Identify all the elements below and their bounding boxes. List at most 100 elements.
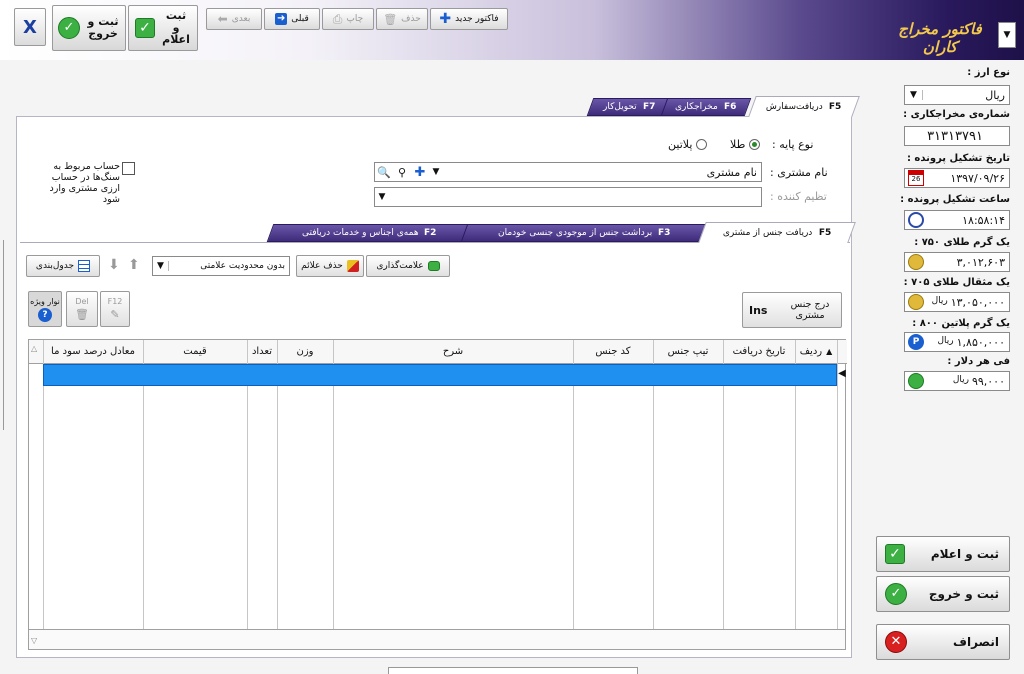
subtab-all-items[interactable]: همه‌ی اجناس و خدمات دریافتی F2 [266, 224, 472, 242]
clock-icon [908, 212, 924, 228]
dollar-field[interactable]: ۹۹,۰۰۰ ریال [904, 371, 1010, 391]
col-line [653, 340, 654, 649]
items-table[interactable]: معادل درصد سود ما قیمت تعداد وزن شرح کد … [28, 339, 847, 650]
col-line [277, 340, 278, 649]
insert-customer-item-button[interactable]: Ins درج جنس مشتری [742, 292, 842, 328]
caret-down-icon: ▼ [1003, 30, 1011, 40]
scroll-up-icon[interactable]: △ [31, 344, 37, 353]
col-line [837, 340, 838, 649]
file-date-field[interactable]: 26 ۱۳۹۷/۰۹/۲۶ [904, 168, 1010, 188]
currency-account-label: حساب مربوط به سنگ‌ها در حساب ارزی مشتری … [49, 161, 120, 205]
radio-dot [749, 139, 761, 150]
eraser-icon [346, 260, 359, 272]
caret-down-icon: ▼ [153, 261, 169, 271]
save-notify-button[interactable]: ✓ ثبت و اعلام [128, 5, 198, 51]
check-square-icon: ✓ [885, 544, 905, 564]
table-footer [29, 629, 845, 649]
help-icon: ? [38, 307, 52, 322]
menu-dropdown-button[interactable]: ▼ [998, 22, 1016, 48]
f12-key-button[interactable]: F12 ✎ [100, 291, 130, 327]
radio-gold[interactable]: طلا [730, 138, 761, 151]
adjuster-select[interactable]: ▼ [374, 187, 762, 207]
title-bar: X ✓ ثبت و خروج ✓ ثبت و اعلام ⬅ بعدی ➜ قب… [0, 0, 1024, 60]
del-key-button[interactable]: Del 🗑 [66, 291, 98, 327]
save-notify-footer-button[interactable]: ✓ ثبت و اعلام [876, 536, 1010, 572]
subtab-own-stock[interactable]: برداشت جنس از موجودی جنسی خودمان F3 [460, 224, 708, 242]
calendar-icon: 26 [908, 170, 924, 186]
customer-input[interactable]: 🔍 ⚲ ✚ ▼ نام مشتری [374, 162, 762, 182]
customer-label: نام مشتری : [770, 166, 828, 179]
green-mark-icon [427, 261, 440, 271]
column-header-item-code[interactable]: کد جنس [573, 340, 653, 364]
caret-down-icon[interactable]: ▼ [429, 167, 443, 177]
file-date-label: تاریخ تشکیل پرونده : [906, 153, 1010, 164]
col-line [143, 340, 144, 649]
platinum-label: یک گرم پلاتین ۸۰۰ : [912, 318, 1010, 329]
dollar-label: فی هر دلار : [947, 356, 1010, 367]
platinum-icon: P [908, 334, 924, 350]
column-header-weight[interactable]: وزن [277, 340, 333, 364]
column-header-description[interactable]: شرح [333, 340, 573, 364]
col-line [573, 340, 574, 649]
radio-platinum[interactable]: پلاتین [668, 138, 708, 151]
move-up-arrow-icon[interactable]: ⬆ [128, 257, 140, 273]
close-button[interactable]: X [14, 8, 46, 46]
column-header-price[interactable]: قیمت [143, 340, 247, 364]
save-exit-button[interactable]: ✓ ثبت و خروج [52, 5, 126, 51]
plus-icon[interactable]: ✚ [411, 165, 429, 180]
file-time-field[interactable]: ۱۸:۵۸:۱۴ [904, 210, 1010, 230]
gold-coin-icon [908, 294, 924, 310]
col-line [795, 340, 796, 649]
remove-marks-button[interactable]: حذف علائم [296, 255, 364, 277]
gold-coin-icon [908, 254, 924, 270]
caret-down-icon: ▼ [378, 192, 386, 202]
binoculars-icon[interactable]: ⚲ [393, 166, 411, 179]
column-header-profit-percent[interactable]: معادل درصد سود ما [43, 340, 143, 364]
gold750-field[interactable]: ۳,۰۱۲,۶۰۳ [904, 252, 1010, 272]
move-down-arrow-icon[interactable]: ⬇ [108, 257, 120, 273]
special-bar-button[interactable]: نوار ویژه ? [28, 291, 62, 327]
gold705-field[interactable]: ۱۳,۰۵۰,۰۰۰ ریال [904, 292, 1010, 312]
delete-button[interactable]: 🗑 حذف [376, 8, 428, 30]
cancel-x-icon: ✕ [885, 631, 907, 653]
currency-select[interactable]: ▼ ریال [904, 85, 1010, 105]
job-number-field[interactable]: ۳۱۳۱۳۷۹۱ [904, 126, 1010, 146]
subtab-from-customer[interactable]: دریافت جنس از مشتری F5 [698, 222, 856, 243]
col-line [333, 340, 334, 649]
bottom-resize-handle[interactable] [388, 667, 638, 674]
trash-icon: 🗑 [75, 308, 89, 321]
search-key-icon[interactable]: 🔍 [375, 166, 393, 179]
platinum-field[interactable]: P ۱,۸۵۰,۰۰۰ ریال [904, 332, 1010, 352]
save-exit-footer-button[interactable]: ✓ ثبت و خروج [876, 576, 1010, 612]
column-header-receive-date[interactable]: تاریخ دریافت [723, 340, 795, 364]
col-line [723, 340, 724, 649]
currency-account-checkbox[interactable] [122, 162, 135, 175]
prev-button[interactable]: ➜ قبلی [264, 8, 320, 30]
arrow-right-icon: ➜ [275, 13, 288, 25]
table-icon [78, 260, 91, 272]
tab-delivery[interactable]: تحویل‌کار F7 [586, 98, 672, 116]
check-circle-icon: ✓ [885, 583, 907, 605]
column-header-item-type[interactable]: تیپ جنس [653, 340, 723, 364]
tab-processing[interactable]: مخراجکاری F6 [660, 98, 752, 116]
print-button[interactable]: ⎙ چاپ [322, 8, 374, 30]
file-time-label: ساعت تشکیل پرونده : [900, 194, 1010, 205]
job-number-label: شماره‌ی مخراجکاری : [903, 109, 1010, 120]
column-header-row[interactable]: ردیف ▲ [795, 340, 837, 364]
mark-filter-select[interactable]: ▼ بدون محدودیت علامتی [152, 256, 290, 276]
next-button[interactable]: ⬅ بعدی [206, 8, 262, 30]
tab-order-receive[interactable]: دریافت‌سفارش F5 [748, 96, 860, 117]
cancel-button[interactable]: ✕ انصراف [876, 624, 1010, 660]
new-invoice-button[interactable]: ✚ فاکتور جدید [430, 8, 508, 30]
scroll-down-icon[interactable]: ▽ [31, 636, 37, 645]
currency-label: نوع ارز : [967, 67, 1010, 78]
trash-icon: 🗑 [383, 12, 398, 26]
sort-up-icon: ▲ [826, 347, 833, 356]
col-line [247, 340, 248, 649]
mark-button[interactable]: علامت‌گذاری [366, 255, 450, 277]
table-settings-button[interactable]: جدول‌بندی [26, 255, 100, 277]
gold750-label: یک گرم طلای ۷۵۰ : [914, 237, 1010, 248]
left-edge-handle [0, 240, 4, 430]
column-header-count[interactable]: تعداد [247, 340, 277, 364]
table-row-selected[interactable] [43, 364, 837, 386]
